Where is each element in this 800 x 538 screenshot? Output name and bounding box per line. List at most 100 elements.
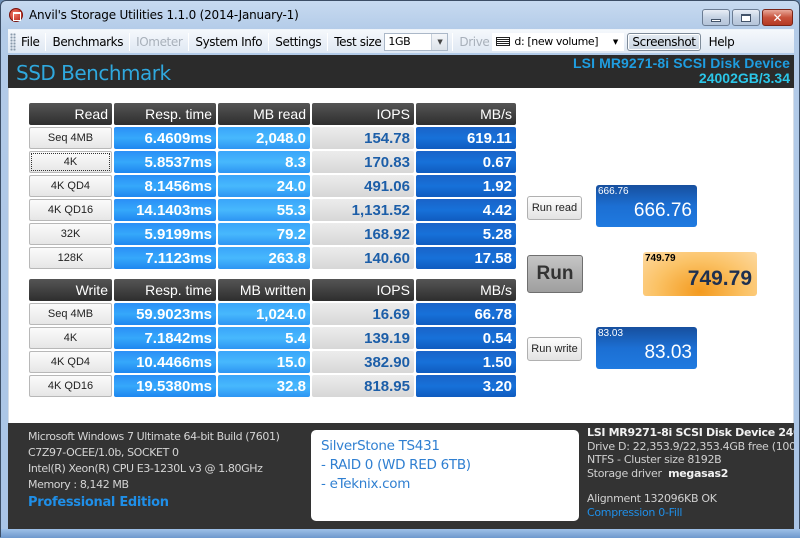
mb-value: 2,048.0 bbox=[218, 127, 310, 149]
test-button-seq-4mb[interactable]: Seq 4MB bbox=[29, 303, 112, 325]
test-button-128k[interactable]: 128K bbox=[29, 247, 112, 269]
column-header: IOPS bbox=[312, 279, 414, 301]
column-header: Resp. time bbox=[114, 279, 216, 301]
title-bar: Anvil's Storage Utilities 1.1.0 (2014-Ja… bbox=[1, 1, 799, 29]
os-info: Microsoft Windows 7 Ultimate 64-bit Buil… bbox=[28, 430, 280, 443]
drive-label: Drive bbox=[459, 34, 490, 49]
storage-driver: Storage driver megasas2 bbox=[587, 467, 794, 481]
test-button-32k[interactable]: 32K bbox=[29, 223, 112, 245]
run-write-button[interactable]: Run write bbox=[527, 337, 582, 361]
write-results-table: Write Resp. time MB written IOPS MB/s Se… bbox=[29, 278, 518, 398]
iops-value: 491.06 bbox=[312, 175, 414, 197]
test-button-4k-qd16[interactable]: 4K QD16 bbox=[29, 199, 112, 221]
notes-box[interactable]: SilverStone TS431 - RAID 0 (WD RED 6TB) … bbox=[311, 430, 579, 521]
column-header: Write bbox=[29, 279, 112, 301]
mbs-value: 619.11 bbox=[416, 127, 516, 149]
mb-value: 15.0 bbox=[218, 351, 310, 373]
chevron-down-icon[interactable]: ▼ bbox=[607, 33, 624, 50]
minimize-button[interactable] bbox=[702, 9, 730, 26]
column-header: MB written bbox=[218, 279, 310, 301]
menu-system-info[interactable]: System Info bbox=[190, 35, 267, 49]
toolbar-separator bbox=[327, 32, 329, 51]
column-header: Read bbox=[29, 103, 112, 125]
test-size-select[interactable]: 1GB ▼ bbox=[384, 32, 449, 51]
mb-value: 8.3 bbox=[218, 151, 310, 173]
run-button[interactable]: Run bbox=[527, 255, 583, 293]
column-header: Resp. time bbox=[114, 103, 216, 125]
write-score-small: 83.03 bbox=[598, 328, 624, 339]
device-info: LSI MR9271-8i SCSI Disk Device 24002 Dri… bbox=[587, 426, 794, 519]
toolbar-separator bbox=[268, 32, 270, 51]
resp-time-value: 7.1123ms bbox=[114, 247, 216, 269]
storage-driver-value: megasas2 bbox=[668, 466, 729, 480]
minimize-icon bbox=[711, 18, 721, 22]
iops-value: 139.19 bbox=[312, 327, 414, 349]
compression-link[interactable]: Compression 0-Fill bbox=[587, 506, 794, 520]
resp-time-value: 5.8537ms bbox=[114, 151, 216, 173]
total-score: 749.79 749.79 bbox=[643, 252, 757, 296]
column-header: MB/s bbox=[416, 279, 516, 301]
system-info: Microsoft Windows 7 Ultimate 64-bit Buil… bbox=[28, 429, 280, 493]
test-button-4k-qd16[interactable]: 4K QD16 bbox=[29, 375, 112, 397]
menu-help[interactable]: Help bbox=[704, 35, 740, 49]
resp-time-value: 59.9023ms bbox=[114, 303, 216, 325]
column-header: MB read bbox=[218, 103, 310, 125]
iops-value: 16.69 bbox=[312, 303, 414, 325]
column-header: MB/s bbox=[416, 103, 516, 125]
table-row: 32K 5.9199ms 79.2 168.92 5.28 bbox=[29, 222, 518, 246]
menu-iometer[interactable]: IOmeter bbox=[131, 35, 187, 49]
device-capacity: 24002GB/3.34 bbox=[698, 70, 790, 86]
alignment-info: Alignment 132096KB OK bbox=[587, 492, 717, 505]
memory-info: Memory : 8,142 MB bbox=[28, 478, 129, 491]
iops-value: 140.60 bbox=[312, 247, 414, 269]
note-line: - RAID 0 (WD RED 6TB) bbox=[321, 457, 471, 473]
test-button-seq-4mb[interactable]: Seq 4MB bbox=[29, 127, 112, 149]
iops-value: 1,131.52 bbox=[312, 199, 414, 221]
menu-benchmarks[interactable]: Benchmarks bbox=[47, 35, 128, 49]
menu-file[interactable]: File bbox=[16, 35, 44, 49]
resp-time-value: 14.1403ms bbox=[114, 199, 216, 221]
menu-settings[interactable]: Settings bbox=[270, 35, 326, 49]
test-size-value: 1GB bbox=[388, 35, 411, 48]
motherboard-info: C7Z97-OCEE/1.0b, SOCKET 0 bbox=[28, 446, 179, 459]
edition-label: Professional Edition bbox=[28, 495, 169, 510]
mbs-value: 1.92 bbox=[416, 175, 516, 197]
table-row: 4K 7.1842ms 5.4 139.19 0.54 bbox=[29, 326, 518, 350]
drive-icon bbox=[496, 37, 511, 46]
drive-select[interactable]: d: [new volume] ▼ bbox=[492, 32, 625, 51]
run-read-button[interactable]: Run read bbox=[527, 196, 582, 220]
toolbar-separator bbox=[45, 32, 47, 51]
window-title: Anvil's Storage Utilities 1.1.0 (2014-Ja… bbox=[29, 8, 299, 22]
resp-time-value: 6.4609ms bbox=[114, 127, 216, 149]
test-button-4k[interactable]: 4K bbox=[29, 151, 112, 173]
mb-value: 55.3 bbox=[218, 199, 310, 221]
table-row: Seq 4MB 59.9023ms 1,024.0 16.69 66.78 bbox=[29, 302, 518, 326]
resp-time-value: 8.1456ms bbox=[114, 175, 216, 197]
resp-time-value: 19.5380ms bbox=[114, 375, 216, 397]
drive-value: d: [new volume] bbox=[514, 35, 599, 48]
test-button-4k[interactable]: 4K bbox=[29, 327, 112, 349]
mbs-value: 0.67 bbox=[416, 151, 516, 173]
mb-value: 24.0 bbox=[218, 175, 310, 197]
mbs-value: 0.54 bbox=[416, 327, 516, 349]
cpu-info: Intel(R) Xeon(R) CPU E3-1230L v3 @ 1.80G… bbox=[28, 462, 263, 475]
chevron-down-icon[interactable]: ▼ bbox=[431, 33, 448, 50]
close-button[interactable]: ✕ bbox=[762, 9, 793, 26]
table-row: 4K QD4 8.1456ms 24.0 491.06 1.92 bbox=[29, 174, 518, 198]
maximize-button[interactable] bbox=[732, 9, 760, 26]
test-button-4k-qd4[interactable]: 4K QD4 bbox=[29, 351, 112, 373]
menu-toolbar: File Benchmarks IOmeter System Info Sett… bbox=[8, 29, 794, 53]
screenshot-button[interactable]: Screenshot bbox=[627, 32, 701, 51]
table-row: 4K QD16 19.5380ms 32.8 818.95 3.20 bbox=[29, 374, 518, 398]
mb-value: 79.2 bbox=[218, 223, 310, 245]
write-score: 83.03 83.03 bbox=[596, 327, 697, 369]
table-row: 128K 7.1123ms 263.8 140.60 17.58 bbox=[29, 246, 518, 270]
iops-value: 382.90 bbox=[312, 351, 414, 373]
info-footer: Microsoft Windows 7 Ultimate 64-bit Buil… bbox=[8, 423, 794, 529]
note-line: - eTeknix.com bbox=[321, 476, 411, 492]
resp-time-value: 7.1842ms bbox=[114, 327, 216, 349]
test-button-4k-qd4[interactable]: 4K QD4 bbox=[29, 175, 112, 197]
maximize-icon bbox=[741, 13, 751, 22]
read-score-value: 666.76 bbox=[633, 200, 692, 221]
